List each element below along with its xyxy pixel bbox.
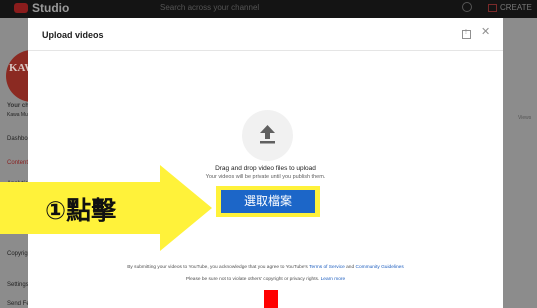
channel-name: Kawa Mus (7, 112, 31, 118)
terms-prefix: By submitting your videos to YouTube, yo… (127, 265, 308, 270)
community-guidelines-link[interactable]: Community Guidelines (355, 265, 403, 270)
youtube-logo-icon (14, 3, 28, 13)
select-files-button[interactable]: 選取檔案 (221, 190, 315, 213)
learn-more-link[interactable]: Learn more (321, 277, 346, 282)
create-icon[interactable] (488, 4, 497, 12)
rights-notice: Please be sure not to violate others' co… (28, 277, 503, 282)
help-icon[interactable] (462, 2, 472, 12)
top-bar: Studio Search across your channel CREATE (0, 0, 537, 18)
channel-title: Your ch (7, 103, 29, 109)
close-icon[interactable]: ✕ (481, 27, 490, 38)
feedback-icon[interactable] (462, 29, 471, 39)
select-files-highlight: 選取檔案 (216, 186, 320, 217)
create-button[interactable]: CREATE (500, 1, 532, 15)
studio-logo-text: Studio (32, 1, 70, 15)
upload-arrow-icon (260, 125, 275, 144)
terms-of-service-link[interactable]: Terms of Service (309, 265, 345, 270)
upload-dialog: Upload videos ✕ Drag and drop video file… (28, 18, 503, 308)
sidebar-item-settings[interactable]: Settings (7, 282, 29, 288)
terms-notice: By submitting your videos to YouTube, yo… (28, 265, 503, 270)
red-marker (264, 290, 278, 308)
terms-and: and (346, 265, 355, 270)
search-input[interactable]: Search across your channel (160, 1, 370, 15)
rights-text: Please be sure not to violate others' co… (185, 277, 320, 282)
upload-drop-zone[interactable] (242, 110, 293, 161)
dialog-title: Upload videos (42, 30, 104, 40)
dialog-divider (28, 50, 503, 51)
views-column-label: Views (518, 115, 532, 121)
arrow-callout-label: ①點擊 (45, 196, 117, 225)
